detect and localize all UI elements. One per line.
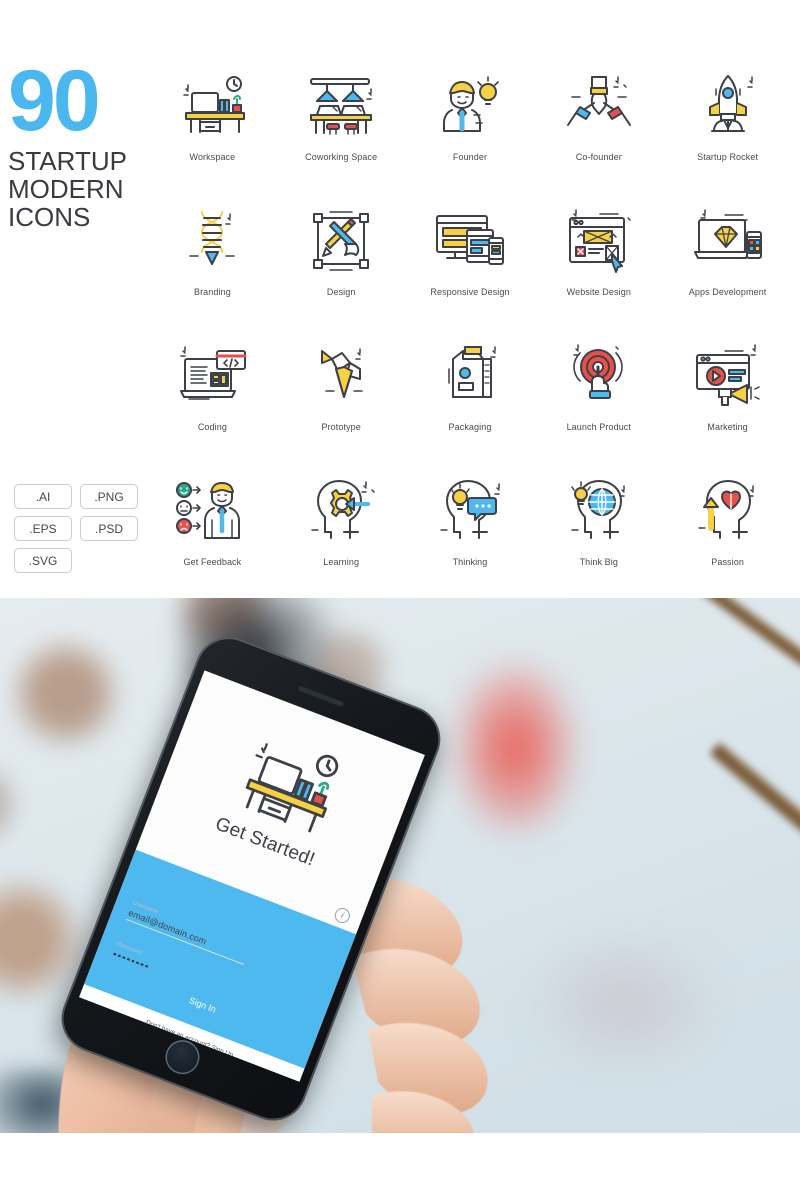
icon-cell-design: Design — [277, 195, 406, 330]
phone-speaker — [297, 685, 345, 708]
icon-label: Passion — [711, 557, 744, 567]
icon-cell-branding: Branding — [148, 195, 277, 330]
get-feedback-icon — [174, 465, 250, 557]
responsive-design-icon — [433, 195, 507, 287]
icon-label: Think Big — [579, 557, 618, 567]
icon-cell-website-design: Website Design — [534, 195, 663, 330]
title-block: 90 STARTUP MODERN ICONS — [8, 53, 148, 232]
marketing-icon — [691, 330, 765, 422]
icon-cell-learning: Learning — [277, 465, 406, 600]
icon-cell-get-feedback: Get Feedback — [148, 465, 277, 600]
thinking-icon — [435, 465, 505, 557]
icon-label: Coding — [197, 422, 227, 432]
founder-icon — [438, 60, 502, 152]
design-icon — [308, 195, 374, 287]
format-row: .AI .PNG — [14, 484, 154, 509]
icon-cell-coding: Coding — [148, 330, 277, 465]
icon-cell-co-founder: Co-founder — [534, 60, 663, 195]
apps-development-icon — [691, 195, 765, 287]
co-founder-icon — [564, 60, 634, 152]
icon-cell-launch-product: Launch Product — [534, 330, 663, 465]
icon-cell-workspace: Workspace — [148, 60, 277, 195]
subtitle-line-3: ICONS — [8, 201, 91, 232]
subtitle-line-1: STARTUP — [8, 145, 127, 176]
prototype-icon — [310, 330, 372, 422]
icon-cell-apps-development: Apps Development — [663, 195, 792, 330]
startup-rocket-icon — [694, 60, 762, 152]
phone-mockup-photo: Get Started! i Username email@domain.com… — [0, 598, 800, 1133]
icon-cell-think-big: Think Big — [534, 465, 663, 600]
icon-label: Co-founder — [575, 152, 622, 162]
icon-label: Responsive Design — [430, 287, 510, 297]
coding-icon — [175, 330, 249, 422]
icon-cell-coworking-space: Coworking Space — [277, 60, 406, 195]
icon-cell-responsive-design: Responsive Design — [406, 195, 535, 330]
icon-label: Startup Rocket — [697, 152, 759, 162]
coworking-space-icon — [303, 60, 379, 152]
packaging-icon — [439, 330, 501, 422]
format-badge-png: .PNG — [80, 484, 138, 509]
launch-product-icon — [566, 330, 632, 422]
think-big-icon — [564, 465, 634, 557]
icon-label: Get Feedback — [183, 557, 242, 567]
icon-cell-packaging: Packaging — [406, 330, 535, 465]
icon-label: Marketing — [707, 422, 748, 432]
format-badge-svg: .SVG — [14, 548, 72, 573]
icon-label: Launch Product — [566, 422, 632, 432]
icon-label: Thinking — [452, 557, 488, 567]
passion-icon — [693, 465, 763, 557]
learning-icon — [306, 465, 376, 557]
info-icon[interactable]: i — [332, 905, 353, 926]
icon-showcase: 90 STARTUP MODERN ICONS .AI .PNG .EPS .P… — [0, 0, 800, 598]
icon-label: Branding — [193, 287, 231, 297]
icon-cell-founder: Founder — [406, 60, 535, 195]
icon-label: Learning — [323, 557, 360, 567]
format-badge-eps: .EPS — [14, 516, 72, 541]
icon-grid: Workspace Coworking Space Founder Co-fou… — [148, 60, 792, 600]
icon-cell-prototype: Prototype — [277, 330, 406, 465]
icon-count: 90 — [8, 53, 101, 149]
file-format-badges: .AI .PNG .EPS .PSD .SVG — [14, 484, 154, 580]
poster-page: 90 STARTUP MODERN ICONS .AI .PNG .EPS .P… — [0, 0, 800, 1200]
format-row: .SVG — [14, 548, 154, 573]
workspace-icon — [176, 60, 248, 152]
login-form: Username email@domain.com Password •••••… — [79, 850, 356, 1082]
format-badge-ai: .AI — [14, 484, 72, 509]
icon-cell-marketing: Marketing — [663, 330, 792, 465]
icon-label: Design — [326, 287, 356, 297]
website-design-icon — [564, 195, 634, 287]
icon-label: Coworking Space — [305, 152, 378, 162]
icon-label: Website Design — [566, 287, 631, 297]
icon-cell-startup-rocket: Startup Rocket — [663, 60, 792, 195]
branding-icon — [182, 195, 242, 287]
format-badge-psd: .PSD — [80, 516, 138, 541]
icon-label: Founder — [452, 152, 488, 162]
icon-cell-thinking: Thinking — [406, 465, 535, 600]
icon-label: Packaging — [448, 422, 492, 432]
icon-label: Workspace — [189, 152, 236, 162]
poster-subtitle: STARTUP MODERN ICONS — [8, 145, 148, 232]
subtitle-line-2: MODERN — [8, 173, 124, 204]
format-row: .EPS .PSD — [14, 516, 154, 541]
icon-label: Prototype — [321, 422, 361, 432]
icon-label: Apps Development — [688, 287, 767, 297]
icon-cell-passion: Passion — [663, 465, 792, 600]
